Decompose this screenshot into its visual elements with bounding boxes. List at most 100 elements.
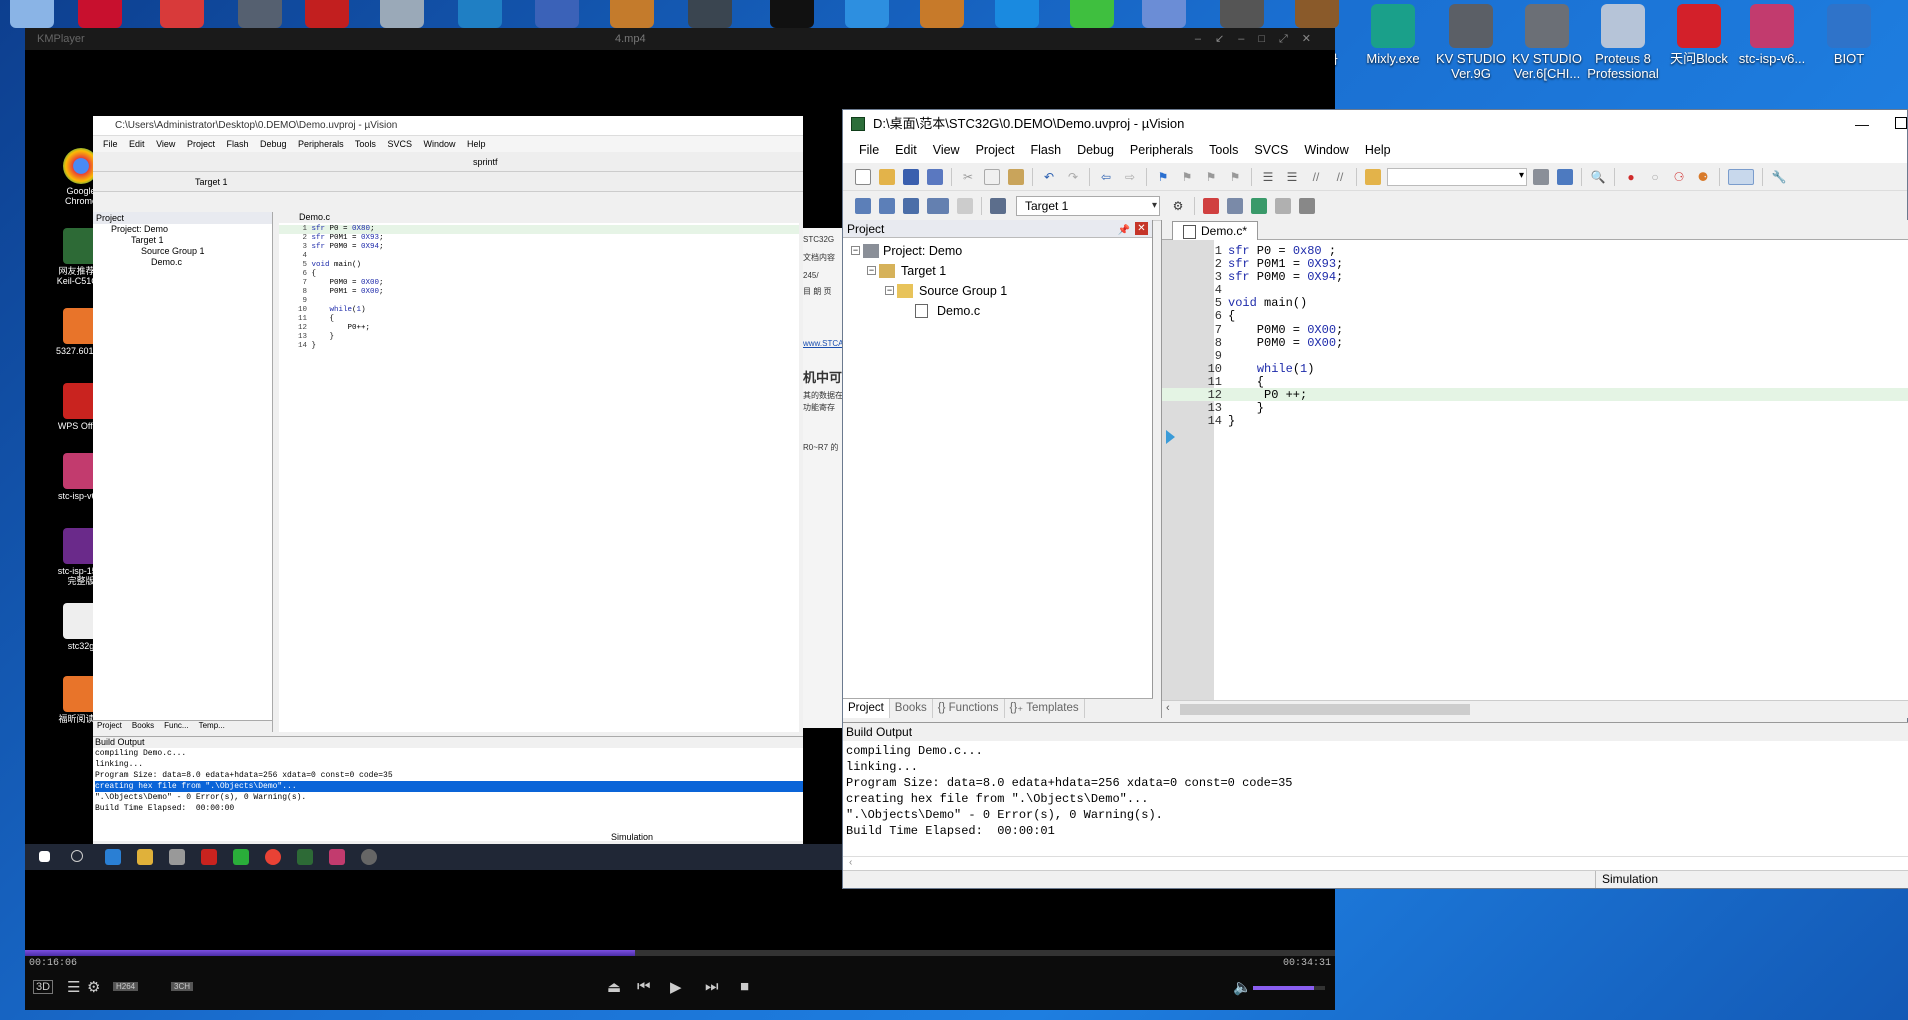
collapse-icon[interactable]: −: [851, 246, 860, 255]
debug-window-icon[interactable]: [1533, 168, 1549, 185]
uvision-window[interactable]: D:\桌面\范本\STC32G\0.DEMO\Demo.uvproj - µVi…: [842, 109, 1908, 889]
eject-icon[interactable]: ⏏: [607, 978, 621, 996]
kill-all-breakpoints-icon[interactable]: ⚈: [1695, 169, 1711, 185]
close-pane-button[interactable]: ✕: [1135, 222, 1148, 235]
batch-build-icon[interactable]: [927, 197, 949, 214]
volume-icon[interactable]: 🔈: [1233, 978, 1252, 996]
nav-back-icon[interactable]: ⇦: [1098, 169, 1114, 185]
menu-view[interactable]: View: [925, 138, 968, 163]
select-packs-icon[interactable]: [1227, 197, 1243, 214]
tab-project[interactable]: Project: [843, 699, 890, 718]
play-icon[interactable]: ▶: [670, 978, 682, 996]
code-line[interactable]: 2 sfr P0M1 = 0X93;: [1162, 257, 1908, 271]
code-line[interactable]: 6{: [1162, 309, 1908, 323]
nav-forward-icon[interactable]: ⇨: [1122, 169, 1138, 185]
menu-file[interactable]: File: [851, 138, 887, 163]
redo-icon[interactable]: ↷: [1065, 169, 1081, 185]
clear-bookmarks-icon[interactable]: ⚑: [1227, 169, 1243, 185]
desktop-icon-stc-isp[interactable]: stc-isp-v6...: [1733, 4, 1811, 66]
tab-books[interactable]: Books: [890, 699, 933, 718]
debug-session-icon[interactable]: 🔍: [1590, 169, 1606, 185]
target-select[interactable]: Target 1: [1016, 195, 1160, 216]
maximize-button[interactable]: [1895, 117, 1907, 129]
tree-item-project[interactable]: − Project: Demo: [843, 241, 1152, 261]
code-line[interactable]: 4: [1162, 283, 1908, 297]
menu-svcs[interactable]: SVCS: [1246, 138, 1296, 163]
code-line[interactable]: 5 void main(): [1162, 296, 1908, 310]
window-layout-icon[interactable]: [1728, 168, 1754, 185]
desktop-icon-biot[interactable]: BIOT: [1810, 4, 1888, 66]
tab-templates[interactable]: {}₊ Templates: [1005, 699, 1085, 718]
indent-icon[interactable]: ☰: [1260, 169, 1276, 185]
settings-icon[interactable]: ⚙: [87, 978, 100, 996]
menu-window[interactable]: Window: [1296, 138, 1356, 163]
menu-help[interactable]: Help: [1357, 138, 1399, 163]
unindent-icon[interactable]: ☰: [1284, 169, 1300, 185]
copy-icon[interactable]: [984, 168, 1000, 185]
kill-breakpoints-icon[interactable]: ⚆: [1671, 169, 1687, 185]
translate-icon[interactable]: [855, 197, 871, 214]
stop-build-icon[interactable]: [957, 197, 973, 214]
code-line[interactable]: 14}: [1162, 414, 1908, 428]
next-bookmark-icon[interactable]: ⚑: [1203, 169, 1219, 185]
minimize-button[interactable]: —: [1855, 110, 1869, 138]
desktop-icon-proteus[interactable]: Proteus 8 Professional: [1584, 4, 1662, 81]
build-icon[interactable]: [879, 197, 895, 214]
code-line[interactable]: 13 }: [1162, 401, 1908, 415]
wrench-icon[interactable]: 🔧: [1771, 169, 1787, 185]
build-output-text[interactable]: compiling Demo.c... linking... Program Siz…: [843, 741, 1908, 839]
kmplayer-control-bar[interactable]: 00:16:06 00:34:31 3D ☰ ⚙ H264 3CH ⏏ ⏮ ▶ …: [25, 950, 1335, 1010]
find-combo[interactable]: ▾: [1387, 167, 1527, 186]
find-in-files-icon[interactable]: [1365, 168, 1381, 185]
desktop-icon-kv-studio-9g[interactable]: KV STUDIO Ver.9G: [1432, 4, 1510, 81]
desktop-icon-kv-studio-6[interactable]: KV STUDIO Ver.6[CHI...: [1508, 4, 1586, 81]
3d-icon[interactable]: 3D: [33, 980, 54, 994]
save-icon[interactable]: [903, 168, 919, 185]
download-icon[interactable]: [990, 197, 1006, 214]
editor-hscrollbar[interactable]: ‹: [1162, 700, 1908, 718]
menu-flash[interactable]: Flash: [1022, 138, 1069, 163]
disable-breakpoint-icon[interactable]: ○: [1647, 169, 1663, 185]
code-line[interactable]: 9: [1162, 349, 1908, 363]
code-line[interactable]: 7 P0M0 = 0X00;: [1162, 323, 1908, 337]
tree-item-source-group[interactable]: − Source Group 1: [843, 281, 1152, 301]
editor-tab-demo-c[interactable]: Demo.c*: [1172, 221, 1259, 240]
code-area[interactable]: 1 sfr P0 = 0x80 ; 2 sfr P0M1 = 0X93; 3 sfr P0…: [1162, 244, 1908, 428]
collapse-icon[interactable]: −: [867, 266, 876, 275]
menu-peripherals[interactable]: Peripherals: [1122, 138, 1201, 163]
stop-icon[interactable]: ■: [740, 978, 749, 995]
uvision-titlebar[interactable]: D:\桌面\范本\STC32G\0.DEMO\Demo.uvproj - µVi…: [843, 110, 1907, 138]
code-line[interactable]: 8 P0M0 = 0X00;: [1162, 336, 1908, 350]
volume-slider[interactable]: [1253, 986, 1325, 990]
open-folder-icon[interactable]: [879, 168, 895, 185]
manage-runtime-icon[interactable]: [1251, 197, 1267, 214]
manage-project-icon[interactable]: [1203, 197, 1219, 214]
code-line[interactable]: 1 sfr P0 = 0x80 ;: [1162, 244, 1908, 258]
rebuild-icon[interactable]: [903, 197, 919, 214]
tree-item-demo-c[interactable]: Demo.c: [843, 301, 1152, 321]
cut-icon[interactable]: ✂: [960, 169, 976, 185]
tree-item-target[interactable]: − Target 1: [843, 261, 1152, 281]
device-icon[interactable]: [1299, 197, 1315, 214]
menu-tools[interactable]: Tools: [1201, 138, 1246, 163]
menu-edit[interactable]: Edit: [887, 138, 925, 163]
collapse-icon[interactable]: −: [885, 286, 894, 295]
configure-icon[interactable]: [1557, 168, 1573, 185]
seek-bar[interactable]: [25, 950, 1335, 956]
save-all-icon[interactable]: [927, 168, 943, 185]
menu-debug[interactable]: Debug: [1069, 138, 1122, 163]
kmplayer-titlebar[interactable]: KMPlayer 4.mp4 –↙–□⤢✕: [25, 28, 1335, 50]
kmplayer-window-controls[interactable]: –↙–□⤢✕: [1195, 28, 1325, 50]
desktop-icon-tianwen[interactable]: 天问Block: [1660, 4, 1738, 66]
new-file-icon[interactable]: [855, 168, 871, 185]
undo-icon[interactable]: ↶: [1041, 169, 1057, 185]
menu-icon[interactable]: ☰: [67, 978, 80, 996]
next-icon[interactable]: ⏭: [705, 978, 719, 995]
prev-bookmark-icon[interactable]: ⚑: [1179, 169, 1195, 185]
scroll-thumb[interactable]: [1180, 704, 1470, 715]
menu-project[interactable]: Project: [968, 138, 1023, 163]
breakpoint-icon[interactable]: ●: [1623, 169, 1639, 185]
comment-icon[interactable]: //: [1308, 169, 1324, 185]
desktop-icon-mixly[interactable]: Mixly.exe: [1354, 4, 1432, 66]
scroll-left-icon[interactable]: ‹: [1166, 702, 1170, 714]
